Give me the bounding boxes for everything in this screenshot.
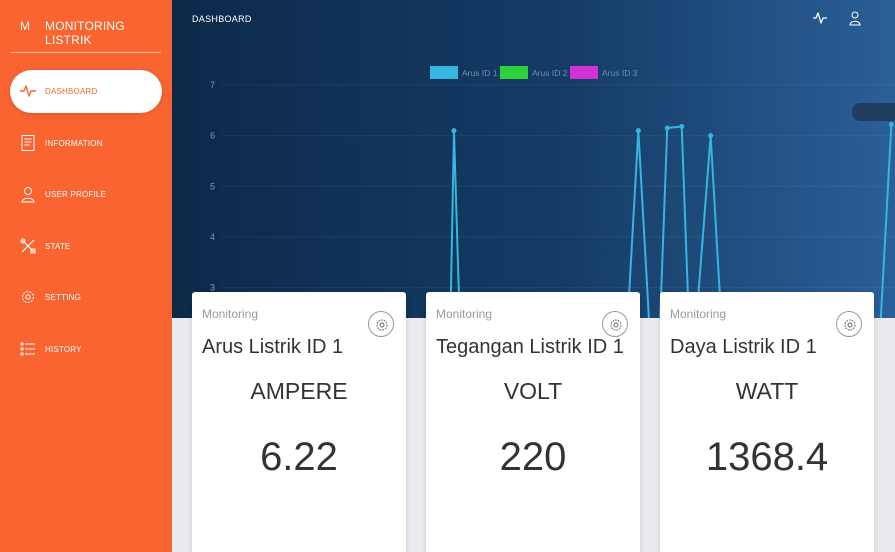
y-tick-label: 4 — [210, 232, 215, 242]
tools-icon — [20, 238, 36, 254]
dashboard-panel: DASHBOARD Arus ID 1 Arus ID 2 Arus ID 3 7 6… — [172, 0, 895, 318]
card-tegangan: Monitoring Tegangan Listrik ID 1 VOLT 22… — [426, 292, 640, 552]
document-icon — [21, 135, 35, 151]
card-title: Daya Listrik ID 1 — [670, 336, 817, 358]
card-value: 1368.4 — [705, 435, 829, 479]
sidebar-item-label: SETTING — [45, 293, 82, 302]
card-unit: AMPERE — [250, 378, 348, 404]
card-title: Tegangan Listrik ID 1 — [436, 336, 624, 358]
card-settings-button[interactable] — [602, 311, 628, 337]
sidebar-item-user-profile[interactable]: USER PROFILE — [10, 173, 162, 216]
user-icon — [21, 187, 35, 203]
list-icon — [20, 342, 35, 356]
chart-tooltip — [852, 103, 895, 121]
data-point[interactable] — [635, 128, 641, 134]
data-point[interactable] — [708, 133, 714, 139]
sidebar-item-label: DASHBOARD — [45, 87, 98, 96]
card-daya: Monitoring Daya Listrik ID 1 WATT 1368.4 — [660, 292, 874, 552]
legend-swatch[interactable] — [570, 66, 598, 79]
brand-divider — [10, 52, 161, 53]
legend-swatch[interactable] — [430, 66, 458, 79]
sidebar-item-label: STATE — [45, 242, 71, 251]
data-point[interactable] — [664, 125, 670, 131]
card-title: Arus Listrik ID 1 — [202, 336, 344, 358]
page-title: DASHBOARD — [192, 14, 252, 24]
legend-label[interactable]: Arus ID 2 — [532, 68, 568, 78]
card-settings-button[interactable] — [368, 311, 394, 337]
sidebar-item-setting[interactable]: SETTING — [10, 276, 162, 319]
card-settings-button[interactable] — [836, 311, 862, 337]
gear-icon — [376, 319, 388, 331]
card-value: 220 — [499, 435, 567, 479]
pulse-icon — [20, 85, 36, 97]
data-point[interactable] — [888, 122, 894, 128]
y-tick-label: 6 — [210, 131, 215, 141]
brand-name[interactable]: MONITORING LISTRIK — [45, 19, 172, 47]
sidebar-item-label: INFORMATION — [45, 139, 103, 148]
brand-mini-logo[interactable]: M — [20, 19, 30, 33]
legend-label[interactable]: Arus ID 3 — [602, 68, 638, 78]
card-value: 6.22 — [260, 435, 338, 479]
y-tick-label: 5 — [210, 181, 215, 191]
legend-label[interactable]: Arus ID 1 — [462, 68, 498, 78]
card-category: Monitoring — [436, 307, 493, 321]
card-arus: Monitoring Arus Listrik ID 1 AMPERE 6.22 — [192, 292, 406, 552]
arus-line-chart: Arus ID 1 Arus ID 2 Arus ID 3 76543 — [210, 66, 895, 318]
y-tick-label: 7 — [210, 80, 215, 90]
sidebar: M MONITORING LISTRIK DASHBOARD INFORMATI… — [0, 0, 172, 552]
card-unit: WATT — [735, 378, 799, 404]
data-point[interactable] — [679, 124, 685, 130]
sidebar-item-information[interactable]: INFORMATION — [10, 122, 162, 165]
sidebar-item-dashboard[interactable]: DASHBOARD — [10, 70, 162, 113]
user-icon[interactable] — [847, 10, 863, 26]
gear-icon — [22, 291, 34, 303]
card-category: Monitoring — [202, 307, 259, 321]
card-category: Monitoring — [670, 307, 727, 321]
data-point[interactable] — [451, 128, 457, 134]
sidebar-item-label: USER PROFILE — [45, 190, 107, 199]
brand: M MONITORING LISTRIK — [0, 0, 172, 52]
gear-icon — [844, 319, 856, 331]
chart-legend: Arus ID 1 Arus ID 2 Arus ID 3 — [430, 66, 638, 79]
chart-y-axis: 76543 — [210, 80, 895, 293]
series-line — [449, 124, 893, 318]
legend-swatch[interactable] — [500, 66, 528, 79]
gear-icon — [610, 319, 622, 331]
sidebar-item-label: HISTORY — [45, 345, 82, 354]
sidebar-item-state[interactable]: STATE — [10, 225, 162, 268]
card-unit: VOLT — [503, 378, 563, 404]
sidebar-item-history[interactable]: HISTORY — [10, 328, 162, 371]
pulse-icon[interactable] — [812, 10, 828, 26]
chart-lines — [449, 122, 894, 318]
